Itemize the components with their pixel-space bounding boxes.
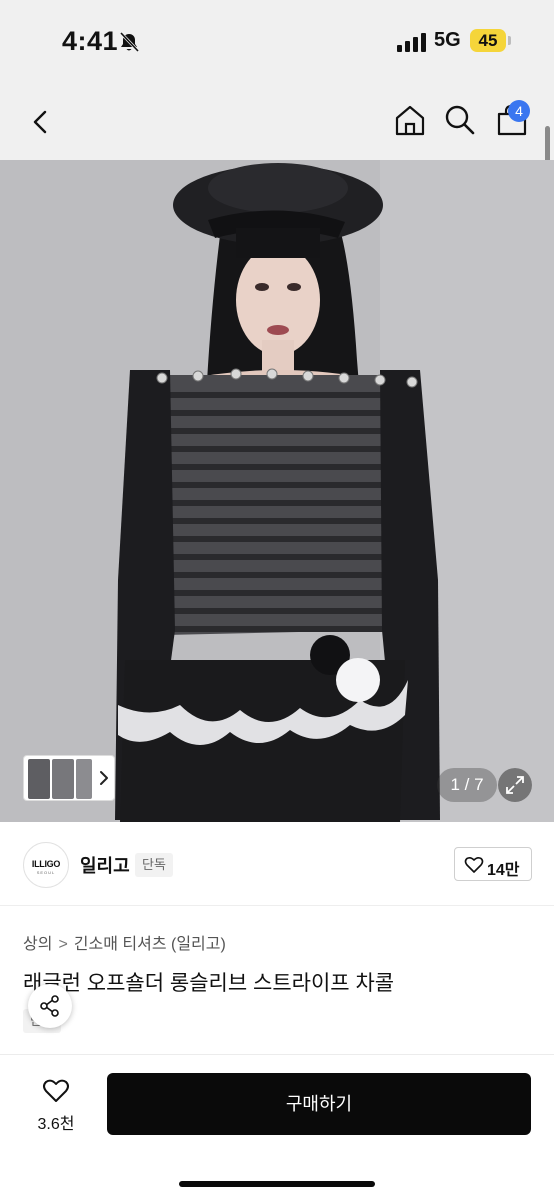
image-page-counter: 1 / 7: [437, 768, 497, 802]
breadcrumb-item[interactable]: 긴소매 티셔츠 (일리고): [74, 936, 226, 953]
battery-tip: [508, 36, 511, 45]
share-button[interactable]: [28, 984, 72, 1028]
home-indicator: [179, 1181, 375, 1187]
battery-indicator: 45: [470, 29, 506, 52]
brand-like-count: 14만: [487, 862, 520, 879]
product-image-gallery[interactable]: [0, 160, 554, 822]
search-icon[interactable]: [442, 102, 478, 138]
brand-like-button[interactable]: 14만: [454, 847, 532, 881]
brand-logo-sub: SEOUL: [36, 870, 56, 875]
chevron-right-icon[interactable]: [96, 764, 114, 792]
divider: [0, 1054, 554, 1055]
share-icon: [40, 995, 59, 1017]
product-title: 래글런 오프숄더 롱슬리브 스트라이프 차콜: [23, 972, 395, 995]
brand-logo[interactable]: ILLIGO SEOUL: [23, 842, 69, 888]
thumbnail-image[interactable]: [76, 759, 92, 799]
brand-logo-text: ILLIGO: [31, 859, 61, 869]
chevron-right-icon: >: [58, 936, 68, 953]
heart-icon: [464, 856, 484, 873]
home-icon[interactable]: [392, 102, 428, 138]
thumbnail-image[interactable]: [28, 759, 50, 799]
wishlist-count: 3.6천: [37, 1116, 75, 1133]
bell-slash-icon: [119, 31, 140, 53]
product-photo: [0, 160, 554, 822]
chevron-left-icon[interactable]: [24, 104, 60, 140]
breadcrumb: 상의 > 긴소매 티셔츠 (일리고): [23, 930, 226, 954]
heart-icon: [43, 1079, 69, 1102]
brand-exclusive-tag: 단독: [135, 853, 173, 877]
divider: [0, 905, 554, 906]
wishlist-button[interactable]: 3.6천: [26, 1074, 86, 1138]
network-type: 5G: [434, 29, 461, 51]
status-time: 4:41: [62, 26, 119, 56]
signal-icon: [397, 33, 426, 52]
brand-name[interactable]: 일리고: [80, 852, 130, 878]
status-bar: 4:41 5G 45: [0, 0, 554, 84]
breadcrumb-item[interactable]: 상의: [23, 936, 52, 953]
thumbnail-image[interactable]: [52, 759, 74, 799]
top-navigation: [0, 84, 554, 160]
expand-icon[interactable]: [498, 768, 532, 802]
cart-count-badge: 4: [508, 100, 530, 122]
buy-button[interactable]: 구매하기: [107, 1073, 531, 1135]
